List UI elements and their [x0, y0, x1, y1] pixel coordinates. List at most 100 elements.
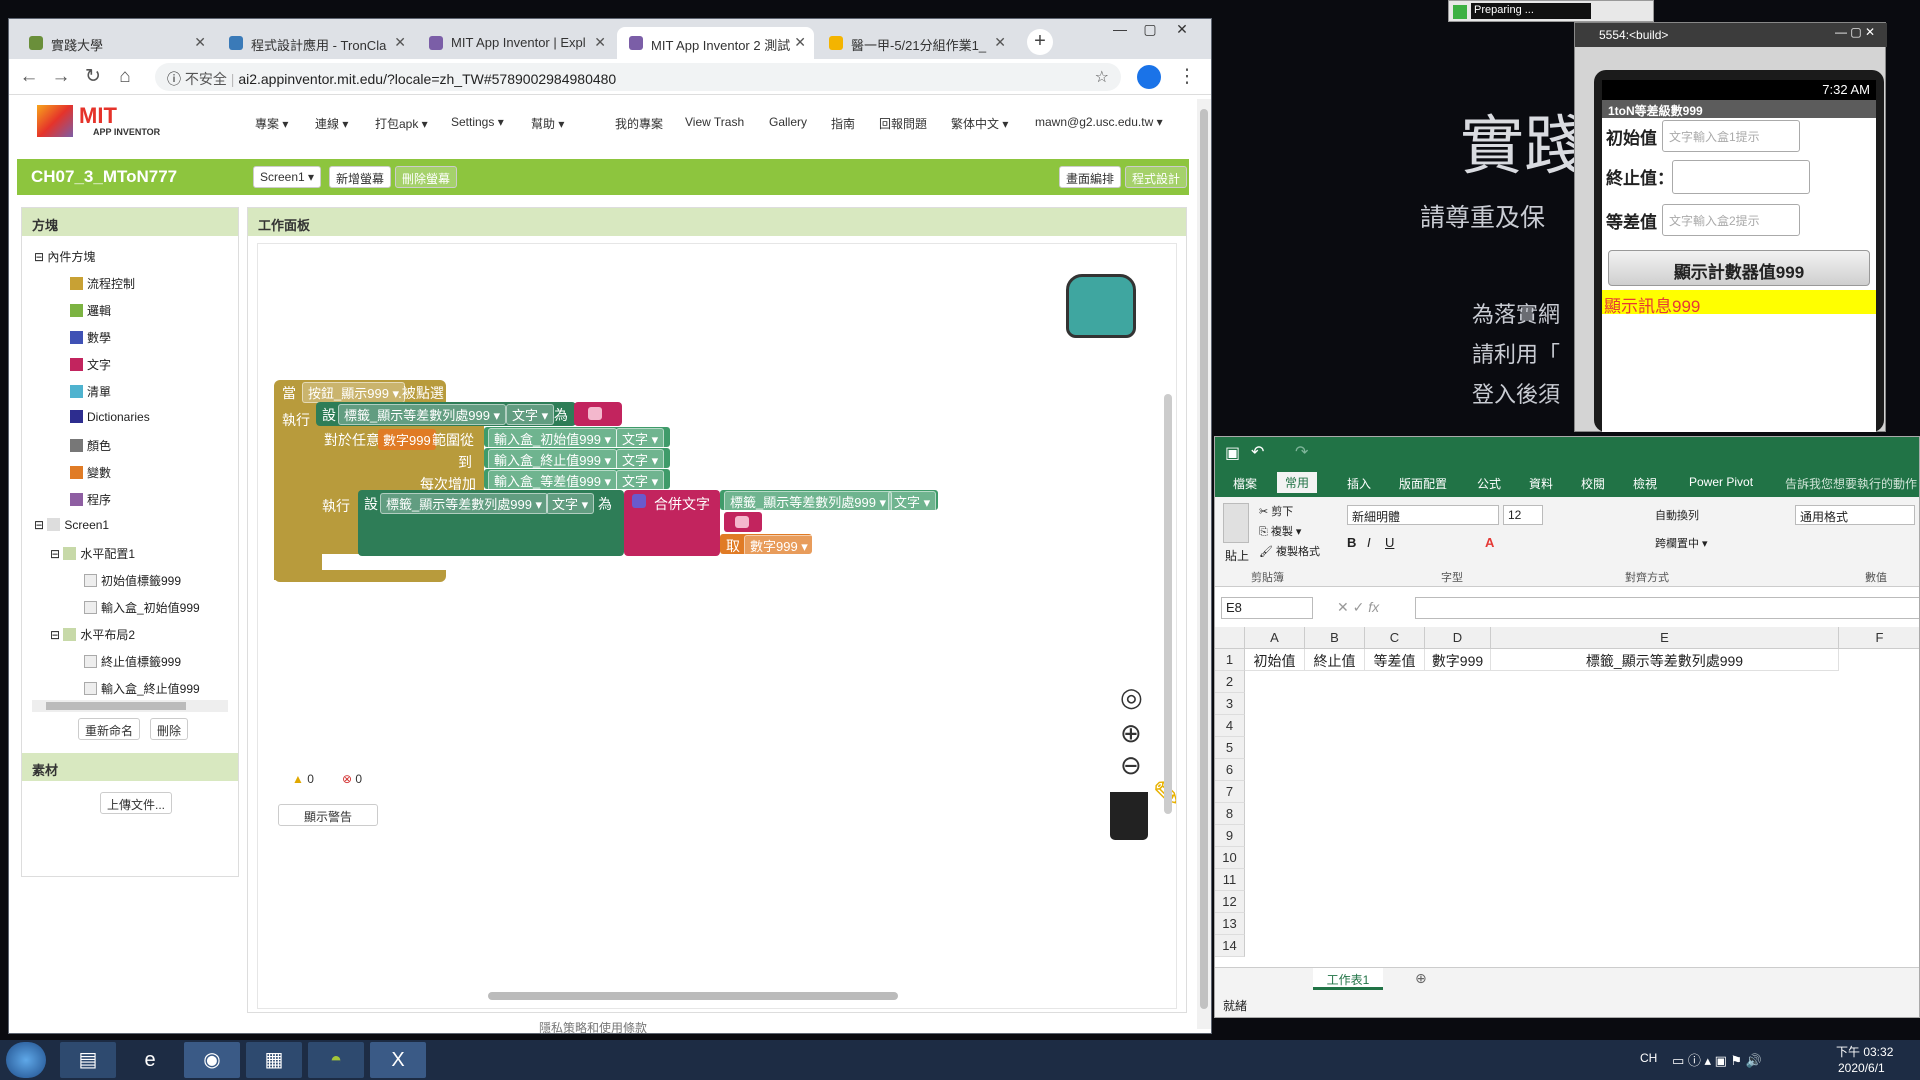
- row-header[interactable]: 6: [1215, 759, 1245, 781]
- blocks-button[interactable]: 程式設計: [1125, 166, 1188, 188]
- property-dropdown[interactable]: 文字 ▾: [506, 404, 555, 425]
- menu-connect[interactable]: 連線 ▾: [315, 115, 348, 132]
- address-bar[interactable]: ⓘ 不安全 | ai2.appinventor.mit.edu/?locale=…: [155, 63, 1121, 91]
- cell-e1[interactable]: 標籤_顯示等差數列處999: [1491, 649, 1839, 671]
- ribbon-tab-layout[interactable]: 版面配置: [1399, 475, 1447, 492]
- join-empty-text[interactable]: [724, 512, 762, 532]
- forward-icon[interactable]: →: [49, 65, 73, 89]
- explorer-icon[interactable]: ▤: [60, 1042, 116, 1078]
- mit-logo-icon[interactable]: [37, 105, 73, 137]
- row-header[interactable]: 14: [1215, 935, 1245, 957]
- tray-icons[interactable]: ▭ ⓘ ▴ ▣ ⚑ 🔊: [1672, 1050, 1762, 1069]
- row-header[interactable]: 7: [1215, 781, 1245, 803]
- emulator-controls[interactable]: — ▢ ✕: [1835, 25, 1875, 39]
- clock-date[interactable]: 2020/6/1: [1838, 1061, 1885, 1075]
- ribbon-tab-file[interactable]: 檔案: [1233, 475, 1257, 492]
- number-format-select[interactable]: 通用格式: [1795, 505, 1915, 525]
- palette-item-math[interactable]: 數學: [70, 329, 111, 346]
- row-header[interactable]: 13: [1215, 913, 1245, 935]
- show-warnings-button[interactable]: 顯示警告: [278, 804, 378, 826]
- row-header[interactable]: 8: [1215, 803, 1245, 825]
- select-all[interactable]: [1215, 627, 1245, 649]
- column-header[interactable]: F: [1839, 627, 1919, 649]
- close-icon[interactable]: ✕: [794, 34, 806, 51]
- ribbon-tab-insert[interactable]: 插入: [1347, 475, 1371, 492]
- zoom-out-icon[interactable]: ⊖: [1120, 750, 1142, 781]
- row-header[interactable]: 11: [1215, 869, 1245, 891]
- reload-icon[interactable]: ↻: [81, 65, 105, 89]
- row-header[interactable]: 1: [1215, 649, 1245, 671]
- back-icon[interactable]: ←: [17, 65, 41, 89]
- ribbon-tab-formulas[interactable]: 公式: [1477, 475, 1501, 492]
- button-dropdown[interactable]: 按鈕_顯示999 ▾: [302, 382, 406, 403]
- footer-link[interactable]: 隱私策略和使用條款: [539, 1019, 647, 1033]
- row-header[interactable]: 3: [1215, 693, 1245, 715]
- browser-tab-1[interactable]: 程式設計應用 - TronCla ✕: [217, 27, 414, 59]
- maximize-button[interactable]: ▢: [1137, 21, 1163, 41]
- delete-button[interactable]: 刪除: [150, 718, 189, 740]
- menu-report[interactable]: 回報問題: [879, 115, 927, 132]
- cell-d1[interactable]: 數字999: [1425, 649, 1491, 671]
- browser-tab-2[interactable]: MIT App Inventor | Expl ✕: [417, 27, 614, 59]
- menu-project[interactable]: 專案 ▾: [255, 115, 288, 132]
- close-window-button[interactable]: ✕: [1169, 21, 1195, 41]
- row-header[interactable]: 5: [1215, 737, 1245, 759]
- tree-start-input[interactable]: 輸入盒_初始值999: [84, 599, 200, 616]
- tree-screen1[interactable]: ⊟ Screen1: [34, 518, 109, 532]
- underline-icon[interactable]: U: [1385, 535, 1394, 550]
- start-button[interactable]: [6, 1042, 46, 1078]
- column-header[interactable]: C: [1365, 627, 1425, 649]
- tree-horizontal1[interactable]: ⊟ 水平配置1: [50, 545, 135, 562]
- menu-guide[interactable]: 指南: [831, 115, 855, 132]
- menu-view-trash[interactable]: View Trash: [685, 115, 744, 129]
- empty-text-block[interactable]: [574, 402, 622, 426]
- save-icon[interactable]: ▣: [1225, 443, 1240, 463]
- add-sheet-icon[interactable]: ⊕: [1415, 970, 1427, 987]
- new-tab-button[interactable]: +: [1027, 29, 1053, 55]
- excel-icon[interactable]: X: [370, 1042, 426, 1078]
- undo-icon[interactable]: ↶: [1251, 442, 1264, 462]
- browser-tab-3[interactable]: MIT App Inventor 2 測試 ✕: [617, 27, 814, 59]
- browser-tab-0[interactable]: 實踐大學 ✕: [17, 27, 214, 59]
- format-painter-button[interactable]: 🖌 複製格式: [1259, 543, 1320, 559]
- android-icon[interactable]: ◓: [308, 1042, 364, 1078]
- row-header[interactable]: 12: [1215, 891, 1245, 913]
- bold-icon[interactable]: B: [1347, 535, 1356, 550]
- cut-button[interactable]: ✂ 剪下: [1259, 503, 1293, 519]
- ribbon-tab-review[interactable]: 校閱: [1581, 475, 1605, 492]
- tree-horizontal2[interactable]: ⊟ 水平布局2: [50, 626, 135, 643]
- workspace-hscrollbar[interactable]: [488, 992, 898, 1000]
- gear-icon[interactable]: [632, 494, 646, 508]
- home-icon[interactable]: ⌂: [113, 65, 137, 89]
- event-block[interactable]: 當 按鈕_顯示999 ▾ .被點選: [274, 380, 446, 404]
- menu-my-projects[interactable]: 我的專案: [615, 115, 663, 132]
- join-block[interactable]: 合併文字: [624, 490, 720, 556]
- merge-center-button[interactable]: 跨欄置中 ▾: [1655, 535, 1708, 551]
- remove-screen-button[interactable]: 刪除螢幕: [395, 166, 458, 188]
- spreadsheet-grid[interactable]: A B C D E F 初始值 終止值 等差值 數字999 標籤_顯示等差數列處…: [1215, 627, 1919, 967]
- start-input-block[interactable]: 輸入盒_初始值999 ▾ 文字 ▾: [484, 427, 670, 449]
- palette-item-procedures[interactable]: 程序: [70, 491, 111, 508]
- cell-b1[interactable]: 終止值: [1305, 649, 1365, 671]
- fx-icon[interactable]: ✕ ✓ fx: [1337, 599, 1379, 616]
- cell-c1[interactable]: 等差值: [1365, 649, 1425, 671]
- inner-set-block[interactable]: 設 標籤_顯示等差數列處999 ▾ 文字 ▾ 為: [358, 490, 624, 556]
- column-header[interactable]: A: [1245, 627, 1305, 649]
- menu-gallery[interactable]: Gallery: [769, 115, 807, 129]
- menu-kebab-icon[interactable]: ⋮: [1175, 65, 1199, 89]
- row-header[interactable]: 2: [1215, 671, 1245, 693]
- ribbon-tab-data[interactable]: 資料: [1529, 475, 1553, 492]
- menu-account[interactable]: mawn@g2.usc.edu.tw ▾: [1035, 115, 1163, 129]
- trash-icon[interactable]: [1110, 792, 1148, 840]
- ribbon-tab-powerpivot[interactable]: Power Pivot: [1689, 475, 1753, 489]
- input-language[interactable]: CH: [1640, 1051, 1657, 1065]
- show-counter-button[interactable]: 顯示計數器值999: [1608, 250, 1870, 286]
- add-screen-button[interactable]: 新增螢幕: [329, 166, 392, 188]
- screen-select[interactable]: Screen1 ▾: [253, 166, 322, 188]
- paste-label[interactable]: 貼上: [1225, 547, 1249, 564]
- palette-item-control[interactable]: 流程控制: [70, 275, 135, 292]
- palette-item-colors[interactable]: 顏色: [70, 437, 111, 454]
- copy-button[interactable]: ⎘ 複製 ▾: [1259, 523, 1301, 539]
- close-icon[interactable]: ✕: [394, 34, 406, 51]
- formula-input[interactable]: [1415, 597, 1919, 619]
